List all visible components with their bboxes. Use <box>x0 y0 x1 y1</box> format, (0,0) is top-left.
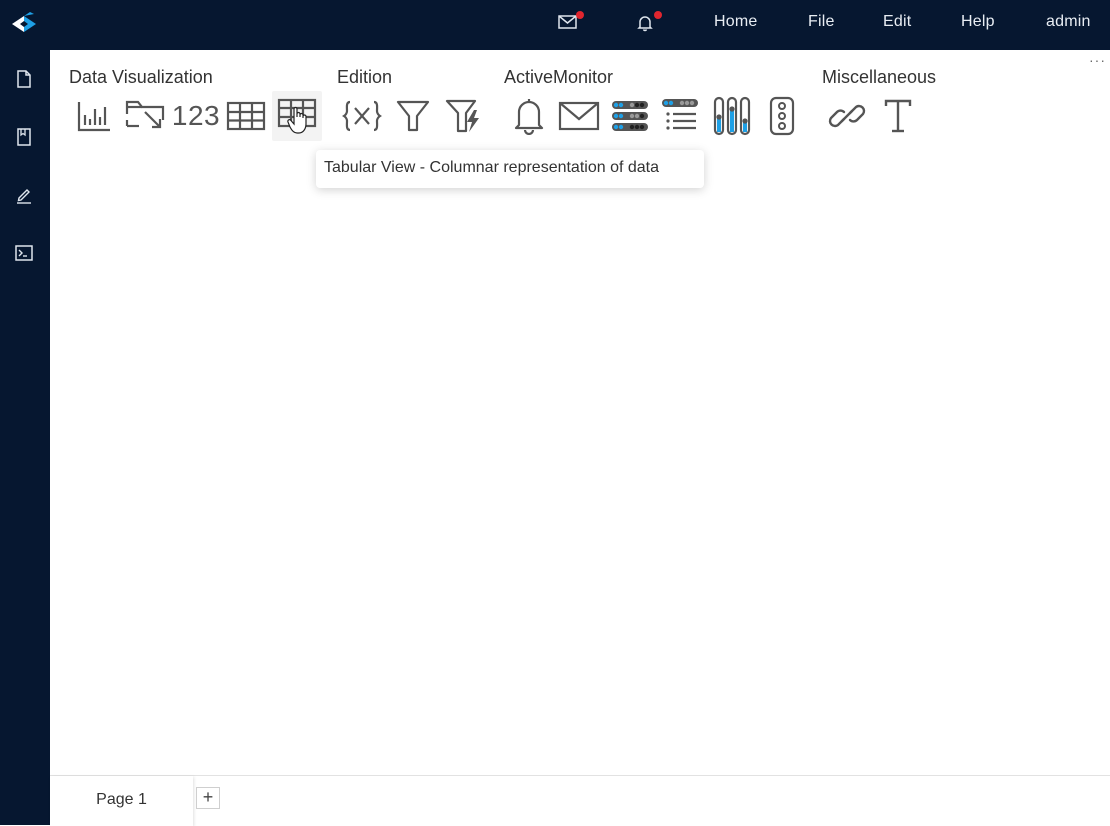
kpi-number-tool[interactable]: 123 <box>171 94 221 138</box>
formula-tool[interactable] <box>340 94 384 138</box>
monitor-list-tool[interactable] <box>658 94 702 138</box>
tabular-view-icon <box>277 98 317 134</box>
traffic-light-icon <box>769 96 795 136</box>
add-page-button[interactable]: + <box>196 787 220 809</box>
text-tool[interactable] <box>876 94 920 138</box>
formula-variable-icon <box>342 100 382 132</box>
sliders-tool[interactable] <box>710 94 754 138</box>
tabular-view-tool[interactable] <box>272 91 322 141</box>
group-title-active-monitor: ActiveMonitor <box>504 67 614 87</box>
bar-chart-tool[interactable] <box>72 94 116 138</box>
status-rows-icon <box>612 101 648 131</box>
alerts-unread-dot <box>654 11 662 19</box>
nav-edit[interactable]: Edit <box>883 13 911 31</box>
more-options-button[interactable]: ··· <box>1089 52 1106 68</box>
group-title-data-visualization: Data Visualization <box>69 67 213 87</box>
filter-funnel-icon <box>396 100 430 132</box>
monitor-list-icon <box>662 99 698 130</box>
bar-chart-icon <box>77 102 110 132</box>
bell-alarm-icon <box>514 99 544 135</box>
text-t-icon <box>884 99 912 133</box>
sidebar <box>0 50 50 825</box>
alerts-notification-button[interactable] <box>636 11 662 36</box>
traffic-light-tool[interactable] <box>760 94 804 138</box>
nav-file[interactable]: File <box>808 13 835 31</box>
filter-tool[interactable] <box>391 94 435 138</box>
app-logo-icon[interactable] <box>8 8 40 40</box>
status-list-tool[interactable] <box>608 94 652 138</box>
kpi-number-icon: 123 <box>171 100 221 131</box>
book-icon[interactable] <box>13 126 35 148</box>
terminal-icon[interactable] <box>13 242 35 264</box>
nav-user-admin[interactable]: admin <box>1046 13 1091 31</box>
page-tabs-bar: Page 1 + <box>50 775 1110 826</box>
alarm-tool[interactable] <box>507 94 551 138</box>
envelope-icon <box>558 101 600 131</box>
pivot-table-tool[interactable] <box>224 94 268 138</box>
mail-notification-button[interactable] <box>558 11 584 36</box>
link-chain-icon <box>828 104 866 128</box>
filter-lightning-icon <box>445 99 479 133</box>
action-filter-tool[interactable] <box>442 94 486 138</box>
nav-help[interactable]: Help <box>961 13 995 31</box>
page-tab-1[interactable]: Page 1 <box>50 776 193 826</box>
mail-unread-dot <box>576 11 584 19</box>
dashboard-canvas[interactable]: ··· Data Visualization Edition ActiveMon… <box>50 50 1110 826</box>
bell-icon <box>637 16 653 32</box>
pivot-tool[interactable] <box>123 94 167 138</box>
email-alert-tool[interactable] <box>557 94 601 138</box>
link-tool[interactable] <box>825 94 869 138</box>
top-bar: Home File Edit Help admin <box>0 0 1110 50</box>
group-title-edition: Edition <box>337 67 393 87</box>
nav-home[interactable]: Home <box>714 13 757 31</box>
file-icon[interactable] <box>13 68 35 90</box>
tabular-view-tooltip: Tabular View - Columnar representation o… <box>316 150 704 188</box>
vertical-sliders-icon <box>713 96 751 136</box>
pencil-icon[interactable] <box>13 184 35 206</box>
table-grid-icon <box>226 101 266 131</box>
mail-icon <box>558 15 577 29</box>
pivot-icon <box>125 100 165 129</box>
group-title-miscellaneous: Miscellaneous <box>822 67 937 87</box>
